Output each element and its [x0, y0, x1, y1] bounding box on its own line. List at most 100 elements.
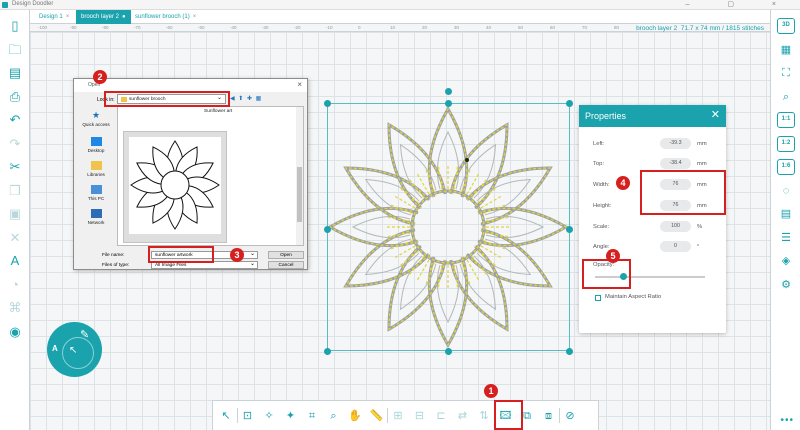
- node-icon[interactable]: ✦: [284, 408, 298, 424]
- ruler-tick-label: -70: [134, 25, 141, 30]
- look-in-highlight: [104, 91, 230, 107]
- monogram-icon[interactable]: ⌘: [7, 300, 23, 316]
- rotate-handle[interactable]: [445, 88, 452, 95]
- 3d-view-icon[interactable]: 3D: [777, 18, 795, 34]
- resize-handle[interactable]: [324, 348, 331, 355]
- place-quick-access[interactable]: ★ Quick access: [77, 110, 115, 128]
- ruler-tick-label: -100: [38, 25, 48, 30]
- mirror-icon[interactable]: ⇄: [456, 408, 470, 424]
- place-network[interactable]: Network: [77, 209, 115, 225]
- close-icon[interactable]: ×: [297, 80, 302, 89]
- place-libraries[interactable]: Libraries: [77, 161, 115, 177]
- zoom-icon[interactable]: ⌕: [777, 89, 795, 105]
- reshape-icon[interactable]: ✧: [262, 408, 276, 424]
- angle-field[interactable]: 0: [660, 241, 691, 252]
- resize-handle[interactable]: [566, 100, 573, 107]
- settings-icon[interactable]: ⚙: [777, 277, 795, 293]
- opacity-highlight: [582, 259, 631, 289]
- close-icon[interactable]: ✕: [711, 108, 720, 121]
- drawing-tools-button[interactable]: ✎ A ↖: [47, 322, 102, 377]
- window-controls[interactable]: – ▢ ×: [686, 0, 794, 8]
- left-field[interactable]: -39.3: [660, 138, 691, 149]
- applique-icon[interactable]: ◉: [7, 324, 23, 340]
- scroll-thumb[interactable]: [297, 167, 302, 222]
- ruler-tick-label: 0: [358, 25, 361, 30]
- measure-icon[interactable]: 📏: [370, 408, 384, 424]
- places-bar: ★ Quick access Desktop Libraries This PC …: [77, 109, 115, 241]
- open-button[interactable]: Open: [268, 251, 304, 259]
- tool-ring: [62, 337, 94, 369]
- close-icon[interactable]: ×: [66, 14, 70, 20]
- star-icon: ★: [91, 110, 101, 120]
- shapes-icon[interactable]: ◔: [7, 277, 23, 293]
- maintain-aspect-checkbox[interactable]: [595, 295, 601, 301]
- list-icon[interactable]: ☰: [777, 230, 795, 246]
- resize-handle[interactable]: [445, 100, 452, 107]
- stack-icon[interactable]: ◈: [777, 253, 795, 269]
- folder-item[interactable]: Sunflower art: [204, 109, 232, 114]
- text-tool-icon[interactable]: A: [52, 344, 58, 353]
- file-list-scrollbar[interactable]: [296, 107, 303, 245]
- clear-icon[interactable]: ⊘: [563, 408, 577, 424]
- align-icon[interactable]: ⊞: [391, 408, 405, 424]
- grid-icon[interactable]: ▦: [777, 42, 795, 58]
- file-thumbnail[interactable]: sunflower artwork: [123, 131, 227, 269]
- zoom-1-1-icon[interactable]: 1:1: [777, 112, 795, 128]
- title-bar: Design Doodler – ▢ ×: [0, 0, 800, 10]
- file-name-label: File name:: [102, 253, 125, 258]
- selection-box[interactable]: [327, 103, 570, 351]
- image-edit-icon[interactable]: ⧈: [542, 408, 556, 424]
- paste-icon[interactable]: ▣: [7, 206, 23, 222]
- resize-handle[interactable]: [445, 348, 452, 355]
- resize-handle[interactable]: [566, 348, 573, 355]
- save-icon[interactable]: ▤: [7, 65, 23, 81]
- distribute-icon[interactable]: ⊟: [413, 408, 427, 424]
- cursor-icon[interactable]: ↖: [69, 345, 77, 356]
- file-list[interactable]: Sunflower art sunflower artwork: [117, 106, 304, 269]
- tab-sunflower-brooch[interactable]: sunflower brooch (1) ×: [130, 10, 201, 24]
- zoom-1-2-icon[interactable]: 1:2: [777, 135, 795, 152]
- copy-icon[interactable]: ❐: [7, 183, 23, 199]
- scale-unit: %: [697, 224, 703, 230]
- cancel-button[interactable]: Cancel: [268, 261, 304, 269]
- place-desktop[interactable]: Desktop: [77, 137, 115, 153]
- flip-icon[interactable]: ⇅: [477, 408, 491, 424]
- close-icon[interactable]: ×: [193, 14, 197, 20]
- text-icon[interactable]: A: [7, 253, 23, 269]
- select-icon[interactable]: ↖: [219, 408, 233, 424]
- zoom-icon[interactable]: ⌕: [327, 408, 341, 424]
- pen-icon[interactable]: ✎: [80, 328, 89, 341]
- resize-handle[interactable]: [566, 226, 573, 233]
- top-unit: mm: [697, 161, 707, 167]
- group-icon[interactable]: ⊏: [434, 408, 448, 424]
- hoop-icon[interactable]: ◌: [777, 183, 795, 199]
- desktop-icon: [90, 137, 102, 146]
- top-label: Top:: [593, 161, 604, 167]
- undo-icon[interactable]: ↶: [7, 112, 23, 128]
- angle-label: Angle:: [593, 244, 610, 250]
- layers-icon[interactable]: ▤: [777, 206, 795, 222]
- cut-icon[interactable]: ✂: [7, 159, 23, 175]
- redo-icon[interactable]: ↷: [7, 136, 23, 152]
- folder-nav-icons[interactable]: ◀ ⬆ ✚ ▦: [230, 95, 262, 102]
- toolbar-separator: [387, 408, 388, 423]
- place-this-pc[interactable]: This PC: [77, 185, 115, 201]
- crop-icon[interactable]: ⌗: [305, 408, 319, 424]
- tab-brooch-layer-2[interactable]: brooch layer 2 ●: [76, 10, 131, 24]
- ruler-tick-label: 70: [582, 25, 588, 30]
- resize-handle[interactable]: [324, 100, 331, 107]
- top-field[interactable]: -38.4: [660, 158, 691, 169]
- transform-icon[interactable]: ⊡: [241, 408, 255, 424]
- tab-design-1[interactable]: Design 1 ×: [34, 10, 74, 24]
- resize-handle[interactable]: [324, 226, 331, 233]
- pan-icon[interactable]: ✋: [348, 408, 362, 424]
- open-folder-icon[interactable]: 🗀: [7, 42, 23, 58]
- more-options-icon[interactable]: •••: [780, 415, 794, 426]
- step-callout-3: 3: [230, 248, 244, 262]
- delete-icon[interactable]: ✕: [7, 230, 23, 246]
- print-icon[interactable]: ⎙: [7, 89, 23, 105]
- fit-icon[interactable]: ⛶: [777, 65, 795, 81]
- new-file-icon[interactable]: ▯: [7, 18, 23, 34]
- scale-field[interactable]: 100: [660, 221, 691, 232]
- zoom-1-6-icon[interactable]: 1:6: [777, 159, 795, 175]
